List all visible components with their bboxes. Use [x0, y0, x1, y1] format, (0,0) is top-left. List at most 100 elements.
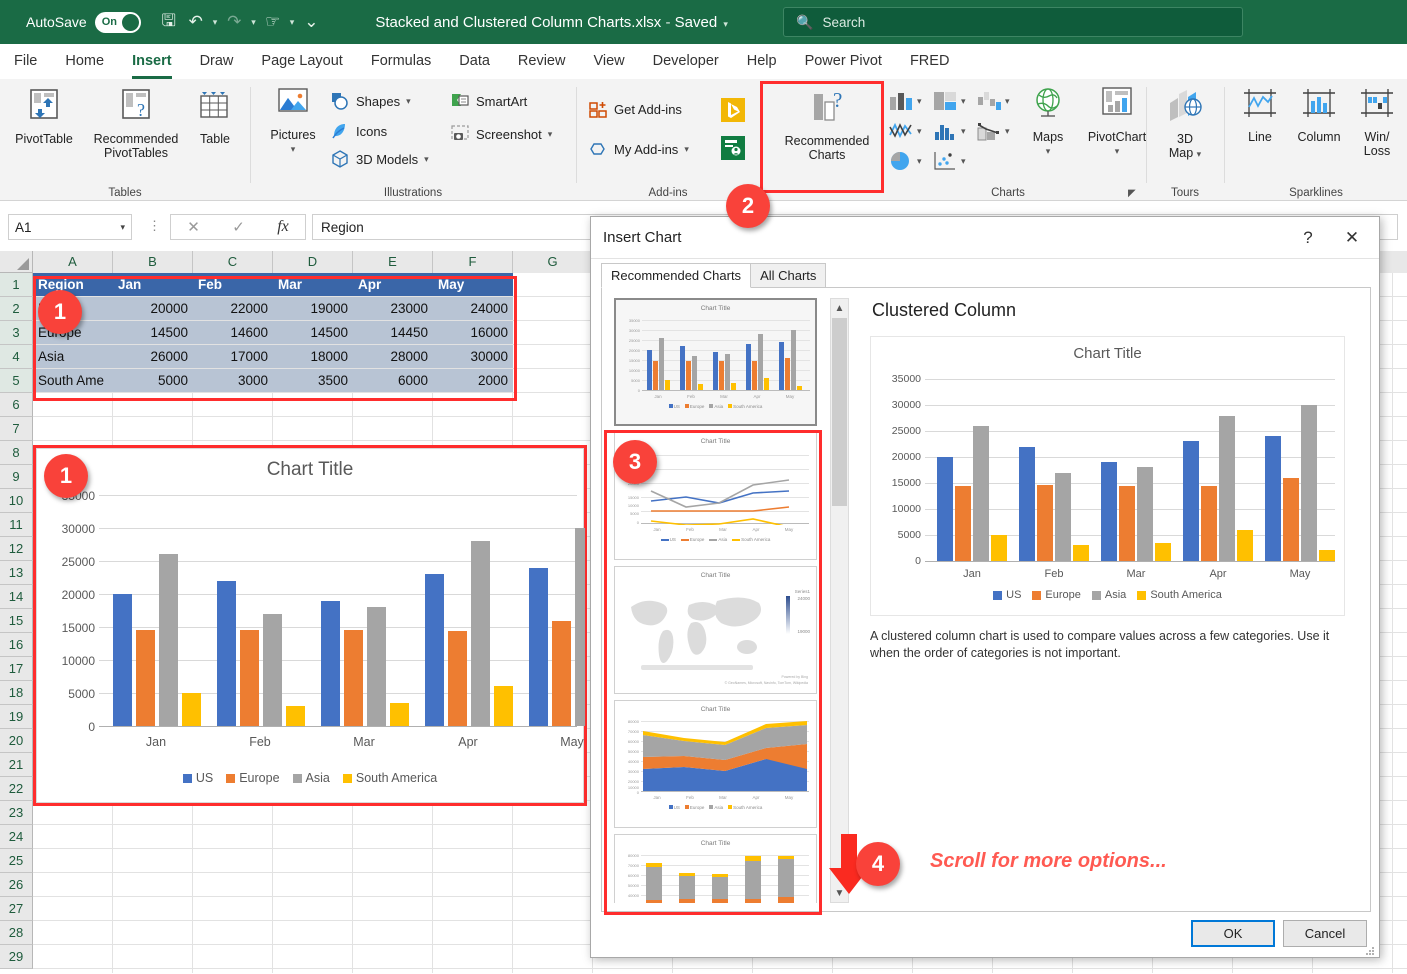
search-input[interactable]: 🔍 Search — [783, 7, 1243, 37]
dialog-resize-grip[interactable] — [1365, 944, 1375, 955]
cell-b2[interactable]: 20000 — [113, 297, 193, 320]
line-chart-button[interactable]: ▾ — [888, 119, 922, 143]
table-button[interactable]: Table — [190, 85, 240, 146]
cell-f1[interactable]: May — [433, 273, 513, 296]
cell-d5[interactable]: 3500 — [273, 369, 353, 392]
smartart-button[interactable]: SmartArt — [450, 91, 527, 111]
sparkline-column-button[interactable]: Column — [1288, 85, 1350, 144]
touch-chevron-down-icon[interactable]: ▾ — [288, 17, 297, 28]
row-header-25[interactable]: 25 — [0, 849, 33, 873]
scrollbar-thumb[interactable] — [832, 318, 847, 506]
title-chevron-down-icon[interactable]: ▾ — [721, 19, 730, 29]
column-header-f[interactable]: F — [433, 251, 513, 273]
shapes-chevron-down-icon[interactable]: ▾ — [406, 96, 411, 107]
row-header-24[interactable]: 24 — [0, 825, 33, 849]
bing-addin-icon[interactable] — [720, 97, 746, 126]
tab-formulas[interactable]: Formulas — [357, 44, 445, 79]
cancel-icon[interactable]: ✕ — [187, 218, 200, 236]
screenshot-button[interactable]: Screenshot ▾ — [450, 124, 552, 144]
pictures-button[interactable]: Pictures ▾ — [260, 85, 326, 156]
cell-a1[interactable]: Region — [33, 273, 113, 296]
row-header-11[interactable]: 11 — [0, 513, 33, 537]
tab-view[interactable]: View — [579, 44, 638, 79]
my-addins-button[interactable]: My Add-ins ▾ — [588, 139, 689, 159]
cell-b5[interactable]: 5000 — [113, 369, 193, 392]
cell-d3[interactable]: 14500 — [273, 321, 353, 344]
row-header-7[interactable]: 7 — [0, 417, 33, 441]
tab-draw[interactable]: Draw — [186, 44, 248, 79]
cell-b4[interactable]: 26000 — [113, 345, 193, 368]
row-header-10[interactable]: 10 — [0, 489, 33, 513]
cell-a4[interactable]: Asia — [33, 345, 113, 368]
row-header-14[interactable]: 14 — [0, 585, 33, 609]
row-header-18[interactable]: 18 — [0, 681, 33, 705]
scroll-up-icon[interactable]: ▲ — [831, 299, 848, 317]
waterfall-chart-chevron-down-icon[interactable]: ▾ — [1005, 96, 1010, 107]
column-header-g[interactable]: G — [513, 251, 593, 273]
cell-e1[interactable]: Apr — [353, 273, 433, 296]
cell-f2[interactable]: 24000 — [433, 297, 513, 320]
sparkline-winloss-button[interactable]: Win/ Loss — [1352, 85, 1402, 158]
pictures-chevron-down-icon[interactable]: ▾ — [260, 142, 326, 156]
row-header-17[interactable]: 17 — [0, 657, 33, 681]
line-chart-chevron-down-icon[interactable]: ▾ — [917, 126, 922, 137]
scatter-chart-button[interactable]: ▾ — [932, 149, 966, 173]
close-icon[interactable]: ✕ — [1333, 223, 1371, 253]
cell-f5[interactable]: 2000 — [433, 369, 513, 392]
row-header-12[interactable]: 12 — [0, 537, 33, 561]
thumbnail-map[interactable]: Chart Title Series1 24000 19000 Powered … — [614, 566, 817, 694]
cell-c1[interactable]: Feb — [193, 273, 273, 296]
save-icon[interactable]: 🖫 — [157, 9, 181, 35]
office-addin-icon[interactable] — [720, 135, 746, 164]
maps-chevron-down-icon[interactable]: ▾ — [1020, 144, 1076, 158]
combo-chart-button[interactable]: ▾ — [976, 119, 1010, 143]
row-header-5[interactable]: 5 — [0, 369, 33, 393]
worksheet-chart[interactable]: Chart Title 35000 30000 25000 20000 1500… — [36, 448, 585, 803]
select-all-corner[interactable] — [0, 251, 33, 273]
row-header-1[interactable]: 1 — [0, 273, 33, 297]
cell-d2[interactable]: 19000 — [273, 297, 353, 320]
row-header-26[interactable]: 26 — [0, 873, 33, 897]
row-header-29[interactable]: 29 — [0, 945, 33, 969]
tab-data[interactable]: Data — [445, 44, 504, 79]
tab-all-charts[interactable]: All Charts — [750, 263, 827, 288]
row-header-4[interactable]: 4 — [0, 345, 33, 369]
row-header-27[interactable]: 27 — [0, 897, 33, 921]
column-header-c[interactable]: C — [193, 251, 273, 273]
hierarchy-chart-button[interactable]: ▾ — [932, 89, 966, 113]
tab-review[interactable]: Review — [504, 44, 580, 79]
insert-function-icon[interactable]: fx — [277, 218, 289, 236]
customize-qat-icon[interactable]: ⌄ — [299, 9, 323, 35]
thumbnail-stacked-column[interactable]: Chart Title 80000 70000 60000 50000 4000… — [614, 834, 817, 903]
get-addins-button[interactable]: Get Add-ins — [588, 99, 682, 119]
name-box[interactable]: A1 ▾ — [8, 214, 132, 240]
shapes-button[interactable]: Shapes ▾ — [330, 91, 411, 111]
row-header-9[interactable]: 9 — [0, 465, 33, 489]
autosave-toggle[interactable]: On — [94, 11, 141, 33]
cell-c2[interactable]: 22000 — [193, 297, 273, 320]
column-chart-chevron-down-icon[interactable]: ▾ — [917, 96, 922, 107]
row-header-20[interactable]: 20 — [0, 729, 33, 753]
redo-chevron-down-icon[interactable]: ▾ — [249, 17, 258, 28]
row-header-3[interactable]: 3 — [0, 321, 33, 345]
maps-button[interactable]: Maps ▾ — [1020, 85, 1076, 158]
icons-button[interactable]: Icons — [330, 121, 387, 141]
cell-d4[interactable]: 18000 — [273, 345, 353, 368]
pie-chart-chevron-down-icon[interactable]: ▾ — [917, 156, 922, 167]
cell-b3[interactable]: 14500 — [113, 321, 193, 344]
3d-map-chevron-down-icon[interactable]: ▾ — [1197, 149, 1202, 159]
row-header-6[interactable]: 6 — [0, 393, 33, 417]
tab-help[interactable]: Help — [733, 44, 791, 79]
name-box-chevron-down-icon[interactable]: ▾ — [120, 222, 125, 233]
undo-chevron-down-icon[interactable]: ▾ — [211, 17, 220, 28]
touch-mode-icon[interactable]: ☞ — [261, 9, 285, 35]
thumbnail-stacked-area[interactable]: Chart Title 80000 70000 60000 50000 4000… — [614, 700, 817, 828]
my-addins-chevron-down-icon[interactable]: ▾ — [684, 144, 689, 155]
cell-c5[interactable]: 3000 — [193, 369, 273, 392]
row-header-15[interactable]: 15 — [0, 609, 33, 633]
column-header-e[interactable]: E — [353, 251, 433, 273]
row-header-13[interactable]: 13 — [0, 561, 33, 585]
tab-fred[interactable]: FRED — [896, 44, 963, 79]
statistic-chart-button[interactable]: ▾ — [932, 119, 966, 143]
hierarchy-chart-chevron-down-icon[interactable]: ▾ — [961, 96, 966, 107]
